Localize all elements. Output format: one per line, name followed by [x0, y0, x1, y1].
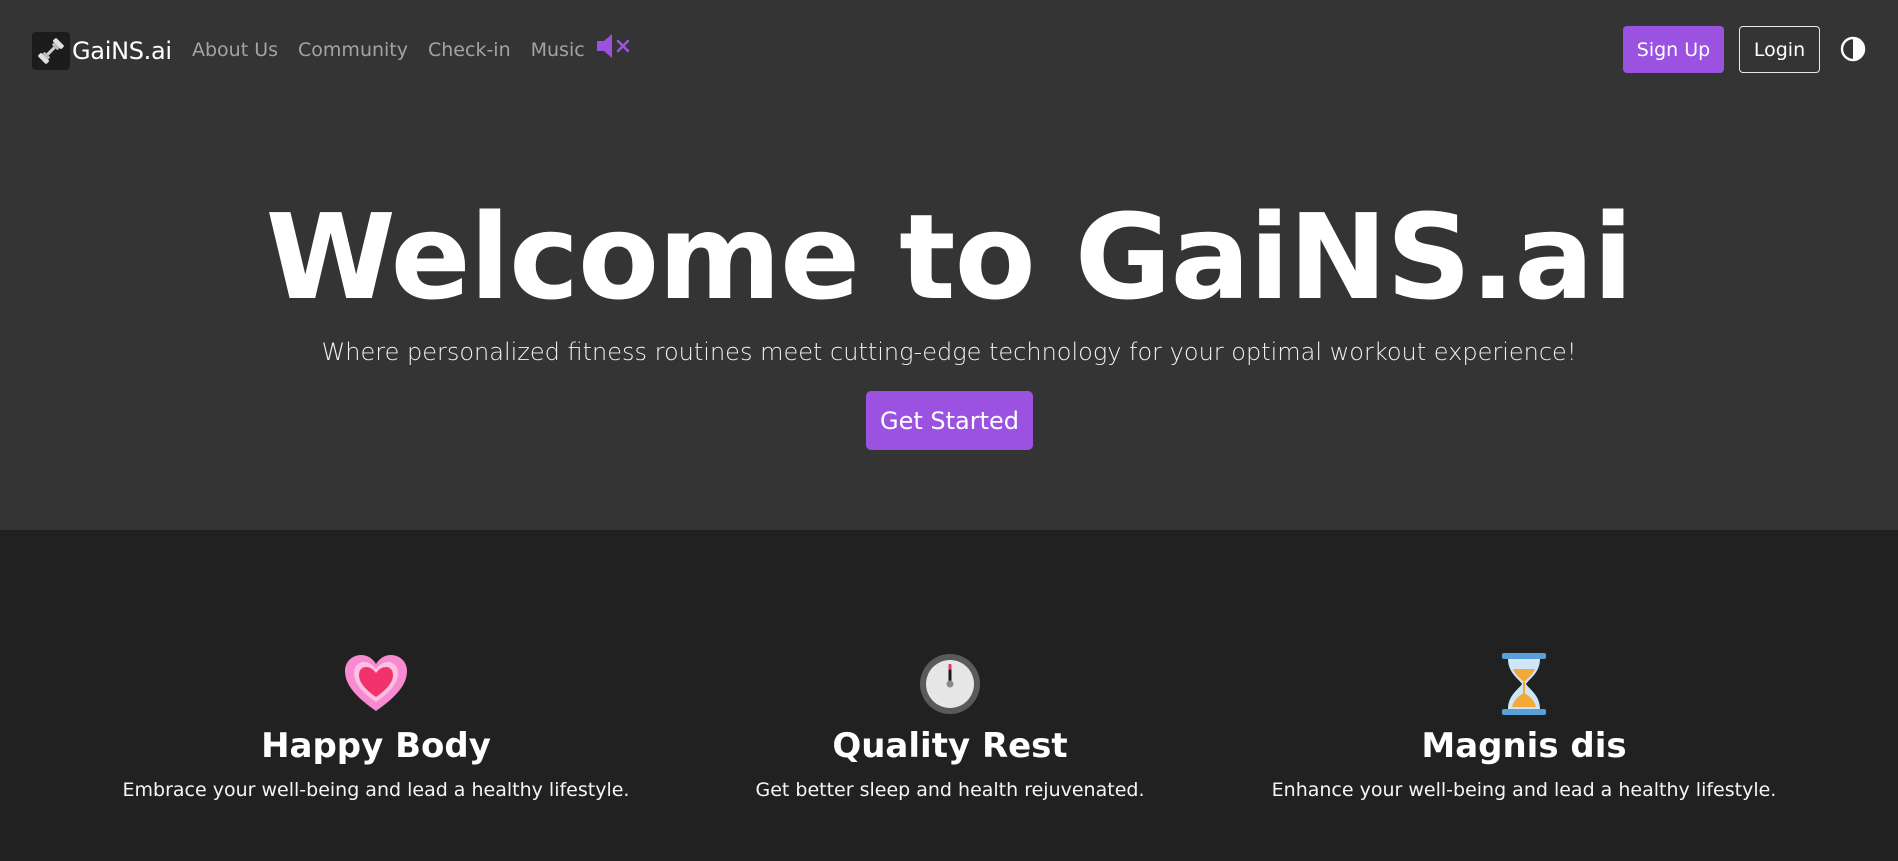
- nav-music[interactable]: Music: [531, 39, 585, 61]
- feature-text: Embrace your well-being and lead a healt…: [122, 778, 630, 801]
- heart-icon: [342, 650, 410, 718]
- feature-card-quality-rest: Quality Rest Get better sleep and health…: [662, 650, 1238, 801]
- nav-check-in[interactable]: Check-in: [428, 39, 511, 61]
- contrast-icon[interactable]: [1840, 36, 1866, 62]
- nav-links: About Us Community Check-in Music: [192, 30, 633, 70]
- hero-section: Welcome to GaiNS.ai Where personalized f…: [0, 100, 1898, 530]
- nav-community[interactable]: Community: [298, 39, 408, 61]
- navbar: GaiNS.ai About Us Community Check-in Mus…: [0, 0, 1898, 100]
- login-button[interactable]: Login: [1739, 26, 1820, 73]
- sign-up-button[interactable]: Sign Up: [1623, 26, 1724, 73]
- feature-title: Quality Rest: [832, 726, 1068, 766]
- feature-text: Enhance your well-being and lead a healt…: [1271, 778, 1777, 801]
- feature-title: Magnis dis: [1421, 726, 1627, 766]
- feature-text: Get better sleep and health rejuvenated.: [755, 778, 1145, 801]
- feature-card-happy-body: Happy Body Embrace your well-being and l…: [88, 650, 664, 801]
- features-section: Happy Body Embrace your well-being and l…: [0, 530, 1898, 861]
- feature-card-magnis-dis: Magnis dis Enhance your well-being and l…: [1236, 650, 1812, 801]
- brand-name: GaiNS.ai: [72, 37, 172, 65]
- stopwatch-icon: [916, 650, 984, 718]
- hourglass-icon: [1490, 650, 1558, 718]
- get-started-button[interactable]: Get Started: [866, 391, 1033, 450]
- speaker-muted-icon[interactable]: [595, 29, 633, 63]
- feature-title: Happy Body: [261, 726, 491, 766]
- nav-about-us[interactable]: About Us: [192, 39, 278, 61]
- hero-subtitle: Where personalized fitness routines meet…: [321, 338, 1577, 366]
- brand-link[interactable]: GaiNS.ai: [32, 32, 172, 70]
- dumbbell-icon: [32, 32, 70, 70]
- hero-title: Welcome to GaiNS.ai: [265, 188, 1634, 326]
